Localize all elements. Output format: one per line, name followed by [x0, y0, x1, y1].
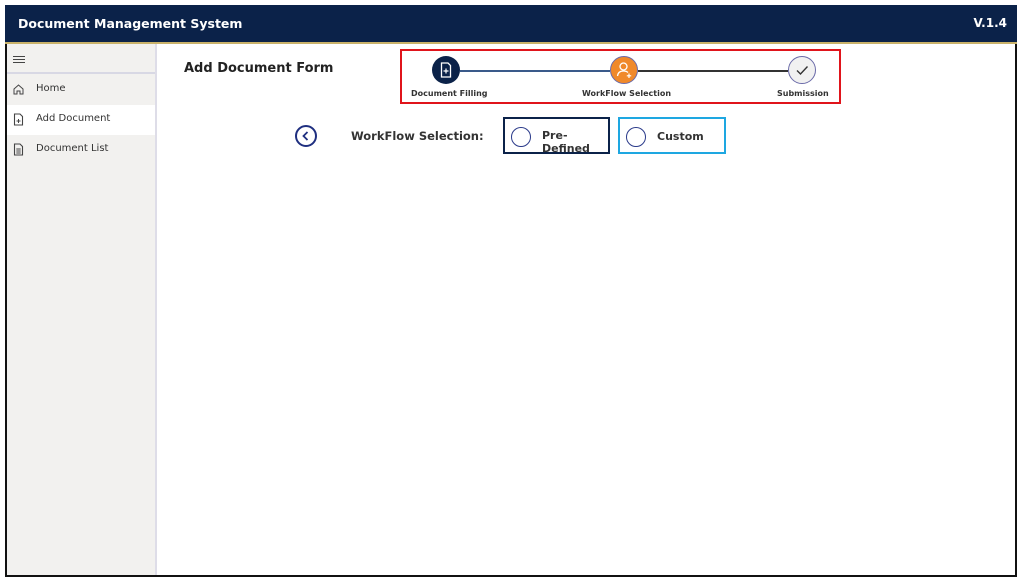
radio-button[interactable] — [626, 127, 646, 147]
sidebar-item-add-document[interactable]: Add Document — [7, 105, 155, 135]
document-add-icon — [440, 62, 452, 78]
step-label: WorkFlow Selection — [582, 89, 672, 98]
workflow-selection-label: WorkFlow Selection: — [351, 129, 484, 143]
hamburger-icon[interactable] — [13, 54, 25, 65]
sidebar-item-label: Document List — [36, 143, 109, 154]
document-add-icon — [13, 113, 24, 126]
step-document-filling[interactable] — [432, 56, 460, 84]
chevron-left-icon — [302, 131, 309, 141]
document-list-icon — [13, 143, 24, 156]
home-icon — [13, 84, 24, 95]
version-label: V.1.4 — [973, 16, 1007, 30]
step-workflow-selection[interactable] — [610, 56, 638, 84]
option-custom[interactable]: Custom — [618, 117, 726, 154]
sidebar-item-document-list[interactable]: Document List — [7, 135, 155, 165]
top-bar: Document Management System V.1.4 — [5, 5, 1017, 44]
option-label: Pre-Defined — [542, 129, 590, 155]
step-connector-completed — [460, 70, 610, 72]
option-pre-defined[interactable]: Pre-Defined — [503, 117, 610, 155]
page-title: Add Document Form — [184, 61, 334, 76]
progress-stepper: Document Filling WorkFlow Selection Subm… — [400, 49, 841, 104]
check-icon — [796, 66, 809, 76]
option-label: Custom — [657, 130, 704, 143]
sidebar-item-label: Home — [36, 83, 66, 94]
sidebar-item-label: Add Document — [36, 113, 111, 124]
step-label: Document Filling — [411, 89, 488, 98]
back-button[interactable] — [295, 125, 317, 147]
sidebar: Home Add Document Document List — [7, 44, 157, 575]
step-label: Submission — [777, 89, 829, 98]
radio-button[interactable] — [511, 127, 531, 147]
sidebar-divider — [7, 72, 155, 74]
step-submission[interactable] — [788, 56, 816, 84]
app-title: Document Management System — [18, 16, 243, 31]
user-add-icon — [616, 62, 632, 78]
step-connector-pending — [638, 70, 788, 72]
sidebar-item-home[interactable]: Home — [7, 75, 155, 105]
